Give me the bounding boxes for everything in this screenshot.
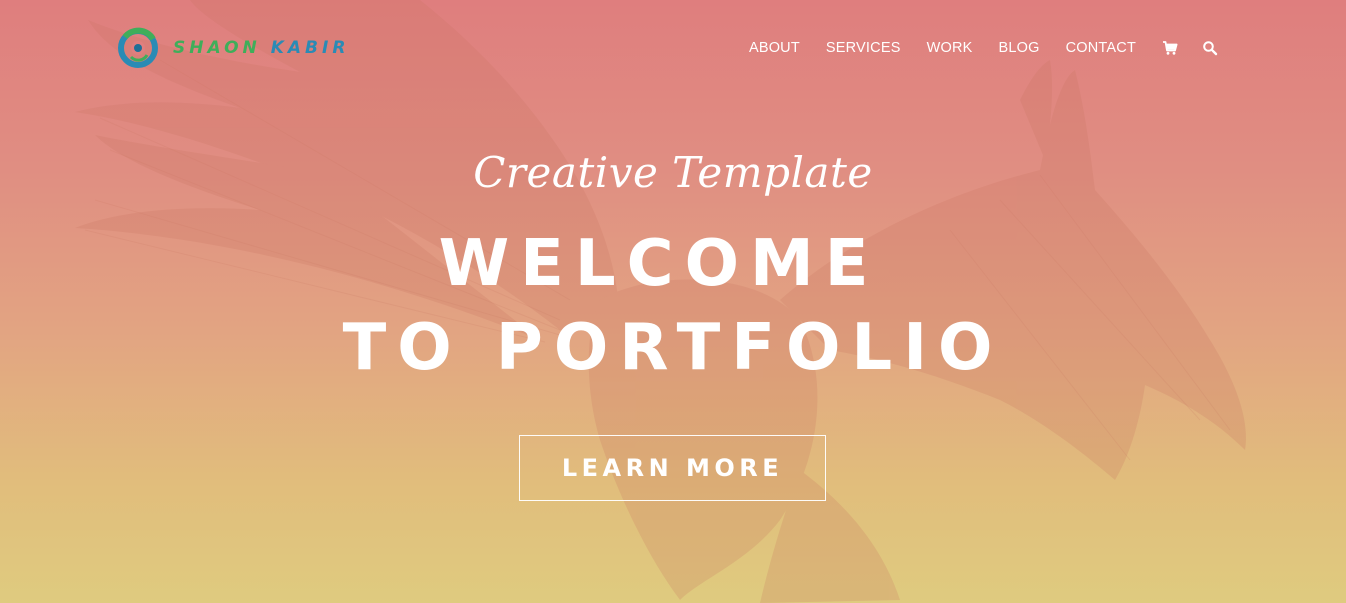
nav-link-work[interactable]: WORK: [927, 38, 973, 58]
nav-link-contact[interactable]: CONTACT: [1066, 38, 1136, 58]
nav-link-blog[interactable]: BLOG: [999, 38, 1040, 58]
hero-section: SHAON KABIR ABOUT SERVICES WORK BLOG CON…: [0, 0, 1346, 603]
nav-link-about[interactable]: ABOUT: [749, 38, 800, 58]
logo-wordmark: SHAON KABIR: [173, 38, 349, 58]
logo-word-2: KABIR: [270, 38, 350, 58]
nav-link-services[interactable]: SERVICES: [826, 38, 901, 58]
hero-headline-line-2: TO PORTFOLIO: [342, 311, 1004, 385]
main-navigation: ABOUT SERVICES WORK BLOG CONTACT: [749, 38, 1218, 58]
hero-tagline: Creative Template: [473, 148, 873, 197]
search-icon[interactable]: [1202, 40, 1218, 56]
logo-swirl-icon: [118, 27, 158, 68]
cart-icon[interactable]: [1162, 40, 1178, 56]
learn-more-button[interactable]: LEARN MORE: [519, 435, 826, 501]
top-navbar: SHAON KABIR ABOUT SERVICES WORK BLOG CON…: [0, 0, 1346, 96]
hero-headline-line-1: WELCOME: [438, 227, 880, 301]
site-logo[interactable]: SHAON KABIR: [117, 26, 349, 70]
logo-word-1: SHAON: [173, 38, 261, 58]
learn-more-label: LEARN MORE: [561, 454, 784, 482]
